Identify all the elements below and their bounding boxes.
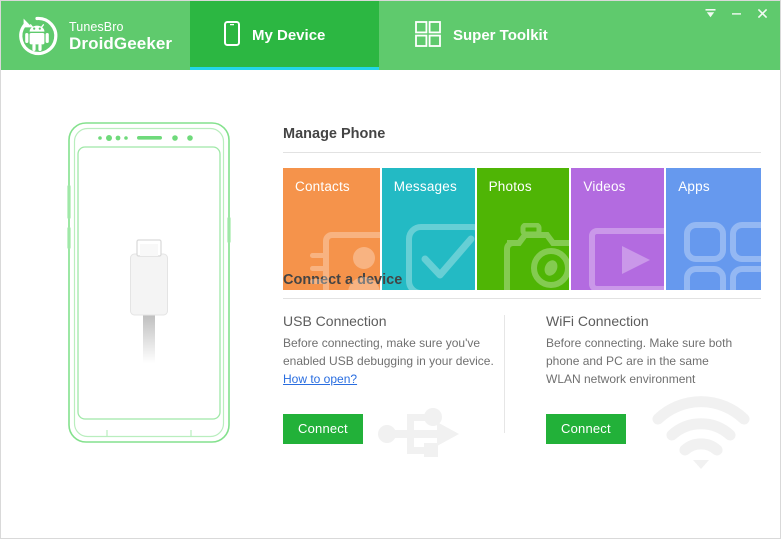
minimize-icon[interactable] [724, 2, 748, 24]
usb-connection-column: USB Connection Before connecting, make s… [283, 313, 522, 457]
android-refresh-logo-icon [15, 14, 59, 58]
right-panel: Manage Phone Contacts Messages Photos Vi… [276, 70, 780, 538]
wifi-connect-button[interactable]: Connect [546, 414, 626, 444]
brand-logo-area: TunesBro DroidGeeker [1, 1, 190, 70]
usb-trident-icon [371, 401, 463, 472]
brand-line-2: DroidGeeker [69, 33, 173, 53]
divider [283, 298, 761, 299]
collapse-icon[interactable] [698, 2, 722, 24]
application-window: TunesBro DroidGeeker My Device Super Too… [0, 0, 781, 539]
manage-phone-tiles: Contacts Messages Photos Videos Apps [283, 168, 761, 290]
how-to-open-link[interactable]: How to open? [283, 372, 357, 386]
usb-connection-description: Before connecting, make sure you've enab… [283, 334, 498, 388]
tab-my-device[interactable]: My Device [190, 1, 379, 70]
usb-desc-text: Before connecting, make sure you've enab… [283, 336, 494, 368]
brand-line-1: TunesBro [69, 19, 124, 34]
camera-icon [497, 222, 570, 290]
manage-phone-title: Manage Phone [283, 126, 386, 142]
apps-grid-icon [683, 221, 761, 290]
grid-squares-icon [415, 20, 441, 51]
wifi-connection-title: WiFi Connection [546, 313, 649, 329]
close-icon[interactable] [750, 2, 774, 24]
tab-my-device-label: My Device [252, 27, 326, 44]
wifi-signal-icon [650, 395, 752, 476]
brand-name: TunesBro DroidGeeker [69, 18, 172, 54]
title-bar: TunesBro DroidGeeker My Device Super Too… [1, 1, 780, 70]
divider [283, 152, 761, 153]
tab-super-toolkit-label: Super Toolkit [453, 27, 548, 44]
tile-videos-label: Videos [583, 179, 626, 194]
window-controls [698, 1, 774, 25]
phone-outline-with-usb-cable-illustration [67, 121, 231, 449]
phone-icon [224, 21, 240, 50]
tile-apps-label: Apps [678, 179, 710, 194]
connect-device-section: Connect a device USB Connection Before c… [283, 272, 761, 469]
tile-contacts-label: Contacts [295, 179, 350, 194]
wifi-connection-column: WiFi Connection Before connecting. Make … [522, 313, 761, 469]
tab-super-toolkit[interactable]: Super Toolkit [379, 1, 568, 70]
tile-messages-label: Messages [393, 179, 457, 194]
manage-phone-section: Manage Phone Contacts Messages Photos Vi… [283, 126, 761, 290]
wifi-connection-description: Before connecting. Make sure both phone … [546, 336, 733, 386]
play-video-icon [588, 223, 665, 290]
usb-connection-title: USB Connection [283, 313, 387, 329]
main-content: Manage Phone Contacts Messages Photos Vi… [1, 70, 780, 538]
connection-columns: USB Connection Before connecting, make s… [283, 313, 761, 469]
message-check-icon [405, 223, 475, 290]
usb-connect-button[interactable]: Connect [283, 414, 363, 444]
contact-card-icon [308, 223, 380, 290]
tile-photos-label: Photos [488, 179, 532, 194]
device-preview-panel [1, 70, 276, 538]
